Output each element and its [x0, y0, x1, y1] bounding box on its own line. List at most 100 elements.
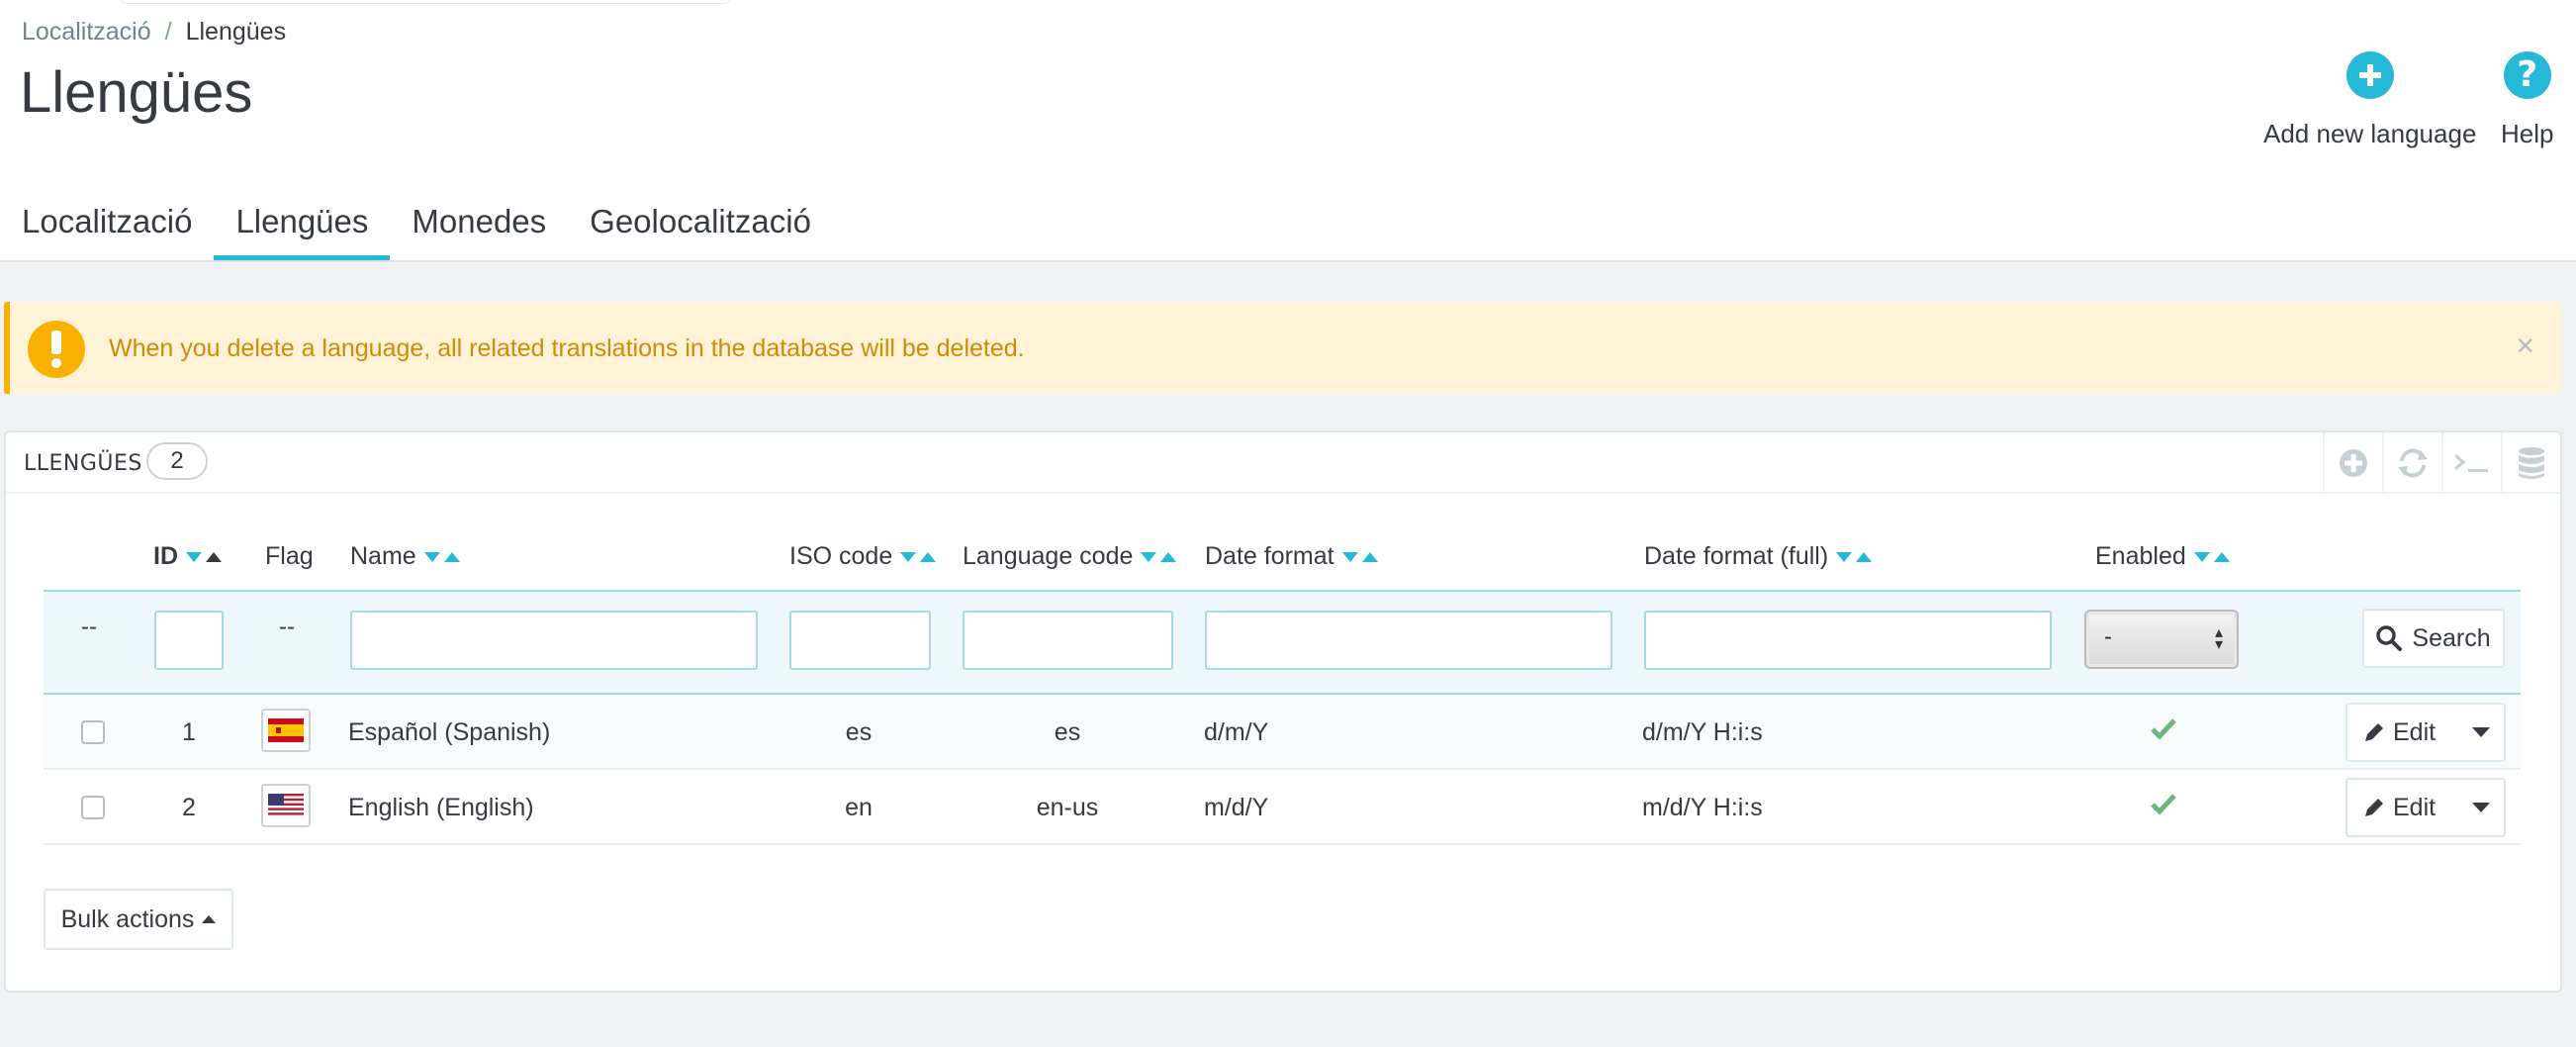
search-icon [2376, 625, 2403, 651]
col-header-enabled[interactable]: Enabled [2095, 542, 2230, 571]
row-iso: en [845, 794, 873, 821]
col-header-language-code[interactable]: Language code [963, 542, 1177, 571]
col-header-iso-label: ISO code [789, 542, 893, 570]
sort-arrows-icon[interactable] [423, 551, 460, 562]
filter-name-input[interactable] [350, 611, 758, 670]
sort-arrows-icon[interactable] [186, 551, 222, 562]
check-icon[interactable] [2150, 716, 2177, 745]
database-icon[interactable] [2501, 432, 2560, 494]
col-header-date-format-full[interactable]: Date format (full) [1644, 542, 1873, 571]
col-header-language-code-label: Language code [963, 542, 1134, 570]
col-header-date-format[interactable]: Date format [1205, 542, 1378, 571]
filter-language-code-input[interactable] [963, 611, 1173, 670]
breadcrumb-current: Llengües [185, 18, 287, 46]
col-header-id[interactable]: ID [153, 542, 222, 571]
sort-arrows-icon[interactable] [1141, 551, 1177, 562]
row-date-format: d/m/Y [1204, 718, 1269, 746]
row-checkbox[interactable] [81, 720, 105, 744]
add-new-language-button[interactable]: Add new language [2263, 51, 2476, 149]
spain-flag-icon [261, 709, 311, 752]
breadcrumb-parent[interactable]: Localització [22, 18, 151, 47]
tab-localitzacio[interactable]: Localització [0, 198, 214, 260]
filter-enabled-value: - [2104, 623, 2112, 650]
add-new-language-label: Add new language [2263, 119, 2477, 148]
top-bar-edge [119, 0, 732, 4]
help-label: Help [2501, 119, 2554, 148]
row-iso: es [845, 718, 873, 746]
panel-title: Llengües [24, 451, 142, 476]
col-header-date-format-full-label: Date format (full) [1644, 542, 1829, 570]
edit-label: Edit [2393, 793, 2437, 821]
filter-id-input[interactable] [154, 611, 224, 670]
edit-label: Edit [2393, 717, 2437, 746]
col-header-name-label: Name [350, 542, 416, 570]
col-header-date-format-label: Date format [1205, 542, 1334, 570]
plus-circle-icon [2346, 51, 2394, 99]
tab-geolocalitzacio[interactable]: Geolocalització [568, 198, 833, 260]
filter-date-format-full-input[interactable] [1644, 611, 2052, 670]
row-date-format-full: m/d/Y H:i:s [1642, 794, 1763, 821]
bulk-actions-button[interactable]: Bulk actions [44, 889, 233, 950]
row-name: English (English) [348, 794, 534, 821]
caret-up-icon [202, 915, 217, 923]
filter-date-format-input[interactable] [1205, 611, 1612, 670]
edit-main[interactable]: Edit [2347, 794, 2454, 822]
filter-checkbox-placeholder: -- [81, 614, 97, 640]
close-icon[interactable]: × [2516, 330, 2534, 361]
row-checkbox[interactable] [81, 796, 105, 819]
breadcrumb-separator: / [164, 18, 172, 46]
check-icon[interactable] [2150, 792, 2177, 820]
refresh-icon[interactable] [2382, 432, 2441, 494]
row-date-format-full: d/m/Y H:i:s [1642, 718, 1763, 746]
page-header: Localització / Llengües Llengües Add new… [0, 0, 2576, 262]
terminal-icon[interactable] [2441, 432, 2501, 494]
alert-message: When you delete a language, all related … [109, 334, 1025, 362]
table-row[interactable]: 2 English (English) en en-us m/d/Y m/d/Y… [44, 770, 2521, 845]
col-header-id-label: ID [153, 542, 178, 570]
chevron-down-icon[interactable] [2472, 727, 2490, 737]
help-button[interactable]: ? Help [2501, 51, 2553, 149]
pencil-icon [2365, 723, 2383, 741]
sort-arrows-icon[interactable] [900, 551, 937, 562]
search-button[interactable]: Search [2362, 609, 2505, 668]
sort-arrows-icon[interactable] [2193, 551, 2230, 562]
row-id: 1 [182, 718, 196, 746]
exclamation-icon [28, 321, 85, 378]
row-date-format: m/d/Y [1204, 794, 1269, 821]
page-title: Llengües [20, 60, 253, 125]
tab-llengues[interactable]: Llengües [214, 198, 391, 260]
tab-bar: Localització Llengües Monedes Geolocalit… [0, 198, 833, 262]
panel-actions [2323, 432, 2560, 494]
col-header-enabled-label: Enabled [2095, 542, 2186, 570]
filter-flag-placeholder: -- [279, 614, 295, 640]
panel-heading: Llengües 2 [6, 432, 2560, 494]
row-language-code: en-us [1036, 794, 1099, 821]
warning-alert: When you delete a language, all related … [4, 302, 2562, 394]
pencil-icon [2365, 799, 2383, 816]
edit-button[interactable]: Edit [2346, 778, 2506, 837]
chevron-down-icon[interactable] [2472, 803, 2490, 812]
count-badge: 2 [146, 442, 208, 480]
tab-monedes[interactable]: Monedes [390, 198, 568, 260]
usa-flag-icon [261, 784, 311, 827]
edit-main[interactable]: Edit [2347, 718, 2454, 747]
col-header-flag-label: Flag [265, 542, 314, 570]
col-header-iso[interactable]: ISO code [789, 542, 937, 571]
search-label: Search [2412, 623, 2491, 652]
col-header-flag: Flag [265, 542, 314, 571]
row-language-code: es [1054, 718, 1081, 746]
select-arrows-icon: ▴ ▾ [2214, 624, 2223, 653]
col-header-name[interactable]: Name [350, 542, 460, 571]
bulk-actions-label: Bulk actions [60, 904, 195, 933]
breadcrumb: Localització / Llengües [22, 18, 286, 47]
table-row[interactable]: 1 Español (Spanish) es es d/m/Y d/m/Y H:… [44, 695, 2521, 770]
sort-arrows-icon[interactable] [1341, 551, 1378, 562]
filter-enabled-select[interactable]: - ▴ ▾ [2084, 610, 2239, 669]
add-new-icon[interactable] [2323, 432, 2382, 494]
help-circle-icon: ? [2503, 51, 2551, 99]
sort-arrows-icon[interactable] [1836, 551, 1873, 562]
row-name: Español (Spanish) [348, 718, 551, 746]
row-id: 2 [182, 794, 196, 821]
filter-iso-input[interactable] [789, 611, 931, 670]
edit-button[interactable]: Edit [2346, 703, 2506, 762]
